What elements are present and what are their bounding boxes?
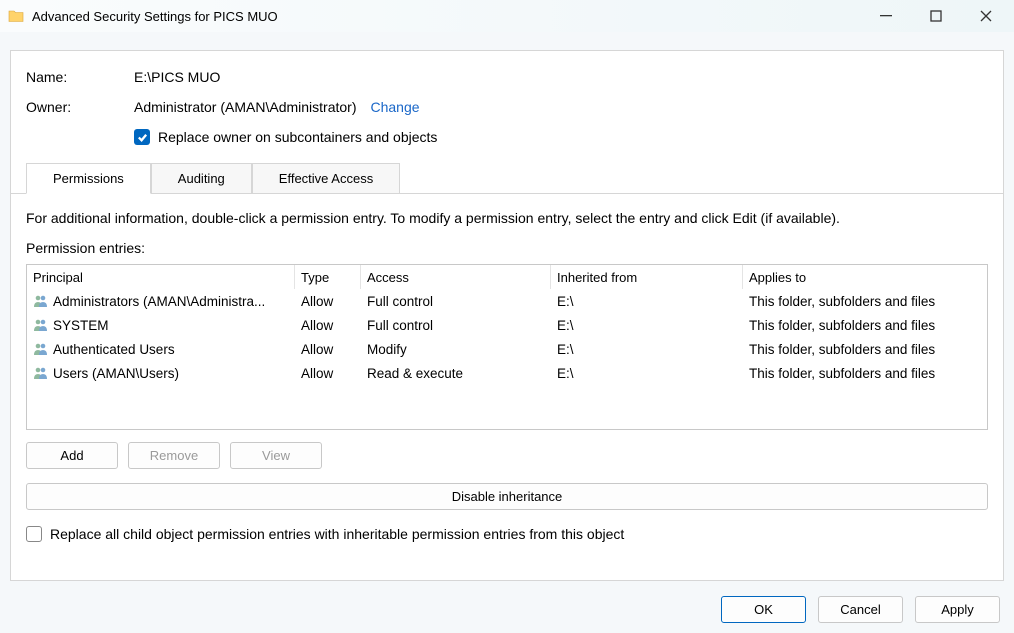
- apply-button[interactable]: Apply: [915, 596, 1000, 623]
- disable-inheritance-button[interactable]: Disable inheritance: [26, 483, 988, 510]
- group-icon: [33, 342, 49, 356]
- owner-value: Administrator (AMAN\Administrator): [134, 99, 357, 115]
- cell-type: Allow: [295, 292, 361, 311]
- name-row: Name: E:\PICS MUO: [26, 69, 988, 85]
- cell-inherited: E:\: [551, 364, 743, 383]
- table-row[interactable]: SYSTEM AllowFull controlE:\This folder, s…: [27, 313, 987, 337]
- name-label: Name:: [26, 69, 134, 85]
- add-button[interactable]: Add: [26, 442, 118, 469]
- maximize-button[interactable]: [922, 2, 950, 30]
- replace-child-row: Replace all child object permission entr…: [26, 526, 988, 542]
- column-access[interactable]: Access: [361, 265, 551, 289]
- group-icon: [33, 318, 49, 332]
- replace-owner-checkbox[interactable]: [134, 129, 150, 145]
- replace-child-checkbox[interactable]: [26, 526, 42, 542]
- column-type[interactable]: Type: [295, 265, 361, 289]
- cell-access: Modify: [361, 340, 551, 359]
- entries-label: Permission entries:: [26, 240, 988, 256]
- cancel-button[interactable]: Cancel: [818, 596, 903, 623]
- owner-label: Owner:: [26, 99, 134, 115]
- cell-applies: This folder, subfolders and files: [743, 364, 987, 383]
- cell-access: Full control: [361, 292, 551, 311]
- folder-icon: [8, 9, 24, 23]
- dialog-footer: OK Cancel Apply: [721, 596, 1000, 623]
- view-button: View: [230, 442, 322, 469]
- content-panel: Name: E:\PICS MUO Owner: Administrator (…: [10, 50, 1004, 581]
- cell-applies: This folder, subfolders and files: [743, 316, 987, 335]
- tab-auditing[interactable]: Auditing: [151, 163, 252, 193]
- name-value: E:\PICS MUO: [134, 69, 220, 85]
- cell-principal: Administrators (AMAN\Administra...: [53, 294, 265, 309]
- cell-inherited: E:\: [551, 340, 743, 359]
- replace-owner-label: Replace owner on subcontainers and objec…: [158, 129, 437, 145]
- disable-inheritance-row: Disable inheritance: [26, 483, 988, 510]
- cell-inherited: E:\: [551, 316, 743, 335]
- cell-principal: Authenticated Users: [53, 342, 175, 357]
- table-header: Principal Type Access Inherited from App…: [27, 265, 987, 289]
- replace-child-label: Replace all child object permission entr…: [50, 526, 624, 542]
- cell-applies: This folder, subfolders and files: [743, 340, 987, 359]
- tab-permissions[interactable]: Permissions: [26, 163, 151, 194]
- cell-type: Allow: [295, 316, 361, 335]
- table-row[interactable]: Administrators (AMAN\Administra... AllowF…: [27, 289, 987, 313]
- column-inherited[interactable]: Inherited from: [551, 265, 743, 289]
- tab-effective-access[interactable]: Effective Access: [252, 163, 400, 193]
- tab-bar: Permissions Auditing Effective Access: [26, 163, 988, 193]
- group-icon: [33, 294, 49, 308]
- cell-type: Allow: [295, 340, 361, 359]
- cell-principal: SYSTEM: [53, 318, 109, 333]
- cell-type: Allow: [295, 364, 361, 383]
- window-title: Advanced Security Settings for PICS MUO: [32, 9, 872, 24]
- table-row[interactable]: Authenticated Users AllowModifyE:\This fo…: [27, 337, 987, 361]
- titlebar: Advanced Security Settings for PICS MUO: [0, 0, 1014, 32]
- entry-action-buttons: Add Remove View: [26, 442, 988, 469]
- help-text: For additional information, double-click…: [26, 210, 988, 226]
- cell-principal: Users (AMAN\Users): [53, 366, 179, 381]
- group-icon: [33, 366, 49, 380]
- change-owner-link[interactable]: Change: [371, 99, 420, 115]
- close-button[interactable]: [972, 2, 1000, 30]
- remove-button: Remove: [128, 442, 220, 469]
- column-principal[interactable]: Principal: [27, 265, 295, 289]
- ok-button[interactable]: OK: [721, 596, 806, 623]
- table-body: Administrators (AMAN\Administra...AllowF…: [27, 289, 987, 385]
- minimize-button[interactable]: [872, 2, 900, 30]
- tab-content: For additional information, double-click…: [26, 194, 988, 542]
- table-row[interactable]: Users (AMAN\Users) AllowRead & executeE:\…: [27, 361, 987, 385]
- owner-row: Owner: Administrator (AMAN\Administrator…: [26, 99, 988, 115]
- cell-inherited: E:\: [551, 292, 743, 311]
- window-controls: [872, 2, 1006, 30]
- cell-applies: This folder, subfolders and files: [743, 292, 987, 311]
- permission-entries-table: Principal Type Access Inherited from App…: [26, 264, 988, 430]
- replace-owner-row: Replace owner on subcontainers and objec…: [134, 129, 988, 145]
- cell-access: Full control: [361, 316, 551, 335]
- column-applies[interactable]: Applies to: [743, 265, 987, 289]
- cell-access: Read & execute: [361, 364, 551, 383]
